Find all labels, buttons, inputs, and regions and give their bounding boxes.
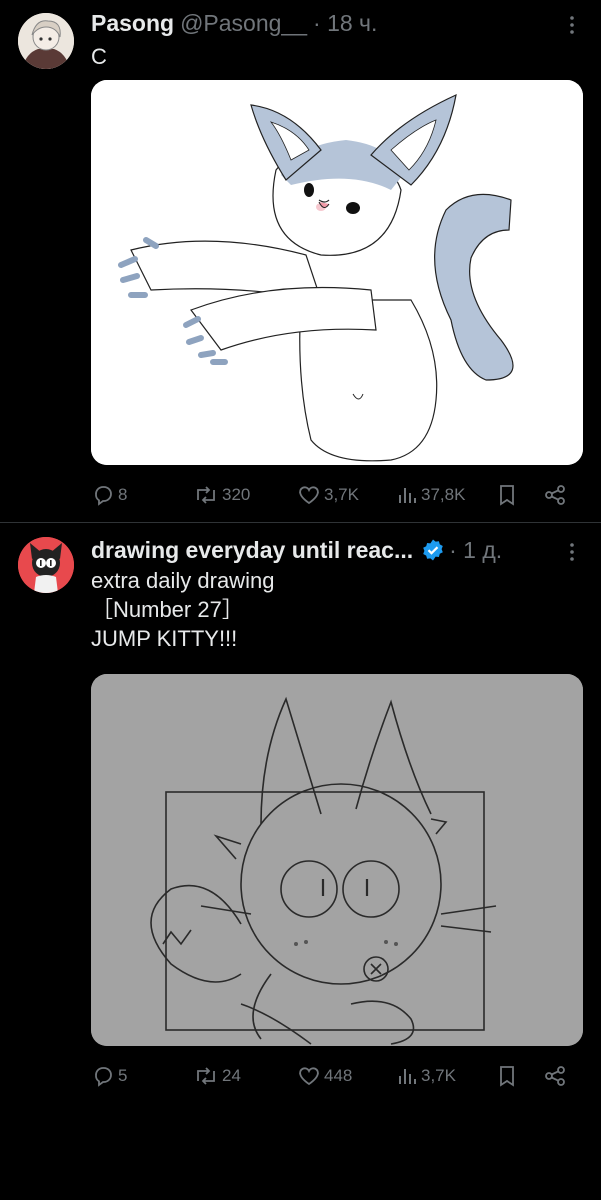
tweet-header: drawing everyday until reac... · 1 д. (91, 535, 502, 565)
tweet-media-image[interactable] (91, 80, 583, 465)
reply-button[interactable]: 5 (91, 1061, 127, 1091)
repost-count: 24 (222, 1066, 241, 1085)
tweet-text: С (91, 42, 107, 71)
reply-icon (95, 1067, 112, 1087)
views-button[interactable]: 37,8K (396, 480, 465, 510)
display-name[interactable]: Pasong (91, 10, 174, 37)
tweet-text: extra daily drawing ［Number 27］ JUMP KIT… (91, 566, 274, 653)
like-count: 3,7K (324, 485, 359, 504)
like-count: 448 (324, 1066, 353, 1085)
verified-badge-icon (423, 539, 443, 561)
views-chart-icon (399, 1069, 416, 1084)
share-icon (545, 1066, 565, 1086)
heart-icon (299, 486, 319, 505)
timestamp[interactable]: · 18 ч. (313, 10, 377, 37)
views-count: 37,8K (421, 485, 466, 504)
views-count: 3,7K (421, 1066, 456, 1085)
more-dots-icon[interactable] (563, 541, 581, 563)
bookmark-button[interactable] (497, 1061, 517, 1091)
tweet-text-line: JUMP KITTY!!! (91, 626, 238, 651)
repost-icon (197, 486, 215, 504)
like-button[interactable]: 3,7K (297, 480, 359, 510)
tweet-text-line: С (91, 44, 107, 69)
avatar-pasong[interactable] (18, 13, 74, 69)
timestamp[interactable]: · 1 д. (449, 537, 502, 564)
display-name[interactable]: drawing everyday until reac... (91, 537, 413, 564)
bookmark-icon (500, 1066, 514, 1087)
share-button[interactable] (543, 1061, 567, 1091)
handle[interactable]: @Pasong__ (180, 10, 307, 37)
heart-icon (299, 1067, 319, 1086)
action-bar: 5 24 448 3,7K (91, 1061, 583, 1091)
action-bar: 8 320 3,7K 37,8K (91, 480, 583, 510)
tweet-drawing-everyday[interactable]: drawing everyday until reac... · 1 д. ex… (0, 523, 601, 1200)
reply-icon (95, 486, 112, 506)
share-button[interactable] (543, 480, 567, 510)
like-button[interactable]: 448 (297, 1061, 352, 1091)
views-button[interactable]: 3,7K (396, 1061, 456, 1091)
bookmark-icon (500, 485, 514, 506)
tweet-pasong[interactable]: Pasong @Pasong__ · 18 ч. С 8 320 3,7K 37… (0, 0, 601, 520)
tweet-text-line: extra daily drawing (91, 568, 275, 593)
tweet-media-image[interactable] (91, 674, 583, 1046)
repost-icon (197, 1067, 215, 1085)
tweet-text-line: ［Number 27］ (91, 597, 244, 622)
reply-count: 5 (118, 1066, 128, 1085)
repost-button[interactable]: 24 (193, 1061, 241, 1091)
reply-count: 8 (118, 485, 128, 504)
repost-button[interactable]: 320 (193, 480, 250, 510)
avatar-drawing-everyday[interactable] (18, 537, 74, 593)
views-chart-icon (399, 488, 416, 503)
more-dots-icon[interactable] (563, 14, 581, 36)
share-icon (545, 485, 565, 505)
tweet-header: Pasong @Pasong__ · 18 ч. (91, 8, 377, 38)
reply-button[interactable]: 8 (91, 480, 127, 510)
bookmark-button[interactable] (497, 480, 517, 510)
repost-count: 320 (222, 485, 251, 504)
